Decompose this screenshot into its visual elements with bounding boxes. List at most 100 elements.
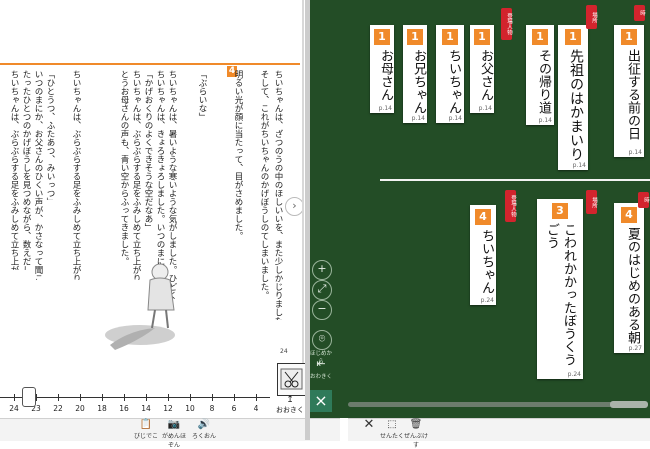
enlarge-button[interactable]: ↥ おおきく <box>275 396 305 416</box>
card-category-tag: 時 <box>634 5 645 21</box>
board-card[interactable]: 1 先祖のはかまいり p.14 <box>558 25 588 170</box>
card-page-ref: p.14 <box>378 105 392 112</box>
slider-tick-label: 6 <box>231 404 237 413</box>
slider-tick <box>212 394 213 401</box>
scrollbar-thumb[interactable] <box>610 401 648 408</box>
card-number-badge: 1 <box>442 29 458 45</box>
clear-all-button[interactable]: 🗑 ぜんぶけす <box>402 419 430 449</box>
zoom-out-button[interactable]: − <box>312 300 332 320</box>
fit-icon: ⤢ <box>317 282 327 295</box>
arrow-left-icon: ⇤ <box>316 357 326 370</box>
slider-tick <box>80 394 81 401</box>
card-text: ちいちゃん <box>479 229 494 294</box>
pin-icon: ⌾ <box>318 332 326 345</box>
record-button[interactable]: 🔊 ろくおん <box>190 419 218 440</box>
card-number-badge: 1 <box>565 29 581 45</box>
zoom-in-icon: + <box>317 262 327 275</box>
slider-tick-label: 8 <box>209 404 215 413</box>
slider-tick <box>14 394 15 401</box>
slider-tick-label: 20 <box>75 404 85 413</box>
select-label: せんたく <box>379 433 404 440</box>
board-card[interactable]: 4 ちいちゃん p.24 <box>470 205 496 305</box>
text-column: 「ひとうつ、ふたあつ、みいっつ」 <box>45 70 55 200</box>
horizontal-scrollbar[interactable] <box>348 402 648 407</box>
slider-thumb[interactable] <box>22 387 36 407</box>
slider-tick <box>36 394 37 401</box>
memo-button[interactable]: 📋 びじでこ <box>132 419 160 440</box>
screenshot-label: がめんほぞん <box>161 433 186 449</box>
slider-tick <box>58 394 59 401</box>
slider-tick-label: 12 <box>163 404 173 413</box>
card-category-tag: 時 <box>638 192 649 208</box>
enlarge-label: おおきく <box>276 406 304 414</box>
zoom-in-button[interactable]: + <box>312 260 332 280</box>
clear-all-label: ぜんぶけす <box>403 433 428 449</box>
card-number-badge: 1 <box>374 29 390 45</box>
slider-tick-label: 24 <box>9 404 19 413</box>
record-label: ろくおん <box>191 433 216 440</box>
text-column: ちいちゃんは、ぶらぶらする足をふみしめて立ち上がりました。 <box>71 70 81 280</box>
slider-tick <box>234 394 235 401</box>
slider-tick <box>146 394 147 401</box>
page-number: 24 <box>280 348 288 355</box>
fit-button[interactable]: ⤢ <box>312 280 332 300</box>
slider-tick <box>102 394 103 401</box>
card-number-badge: 4 <box>475 209 491 225</box>
card-text: ちいちゃん <box>446 49 461 114</box>
slider-tick-label: 22 <box>53 404 63 413</box>
close-board-button[interactable]: × <box>310 390 332 412</box>
text-column: いつのまにか、お父さんのひくい声が、かさなって聞こえだしました。 <box>33 70 43 280</box>
memo-label: びじでこ <box>133 433 158 440</box>
card-text: 出征する前の日 <box>625 49 640 140</box>
section-rule <box>0 63 300 65</box>
up-arrow-icon: ↥ <box>286 395 294 405</box>
card-number-badge: 1 <box>621 29 637 45</box>
slider-track[interactable] <box>0 397 270 398</box>
slider-tick-label: 16 <box>119 404 129 413</box>
board-card[interactable]: 1 出征する前の日 p.14 <box>614 25 644 157</box>
page-edge <box>302 0 304 388</box>
card-page-ref: p.27 <box>628 345 642 352</box>
scissors-icon <box>280 368 303 390</box>
card-page-ref: p.14 <box>448 115 462 122</box>
slider-tick-label: 10 <box>185 404 195 413</box>
text-column: とうお母さんの声も、青い空からふってきました。 <box>119 70 129 266</box>
board-card[interactable]: 1 ちいちゃん p.14 <box>436 25 464 123</box>
card-page-ref: p.14 <box>572 162 586 169</box>
card-page-ref: p.14 <box>538 117 552 124</box>
card-number-badge: 1 <box>532 29 548 45</box>
reset-button[interactable]: ⌾ <box>312 330 332 350</box>
card-number-badge: 1 <box>474 29 490 45</box>
text-column: ちいちゃんは、ぶらぶらする足をふみしめて立ち上がりました。 <box>131 70 141 280</box>
card-page-ref: p.14 <box>628 149 642 156</box>
girl-illustration <box>105 263 175 350</box>
card-number-badge: 4 <box>621 207 637 223</box>
screenshot-button[interactable]: 📷 がめんほぞん <box>160 419 188 449</box>
card-category-tag: 登場人物 <box>501 8 512 40</box>
page-thumbnail[interactable] <box>277 363 306 396</box>
trash-icon: 🗑 <box>409 419 423 430</box>
card-category-tag: 登場人物 <box>505 190 516 222</box>
audio-icon: 🔊 <box>197 419 211 430</box>
card-text: 先祖のはかまいり <box>568 49 584 161</box>
card-number-badge: 3 <box>552 203 568 219</box>
slider-tick <box>190 394 191 401</box>
board-card[interactable]: 1 お母さん p.14 <box>370 25 394 113</box>
clipboard-icon: 📋 <box>139 419 153 430</box>
board-card[interactable]: 1 お父さん p.14 <box>470 25 494 113</box>
card-text: お母さん <box>378 49 393 101</box>
board-card[interactable]: 3 こわれかかったぼうくうごう p.24 <box>537 199 583 379</box>
text-column: たったひとつのかげぼうしを見つめながら、数えだしました。 <box>21 70 31 270</box>
card-category-tag: 場所 <box>586 5 597 29</box>
board-card[interactable]: 1 お兄ちゃん p.14 <box>403 25 427 123</box>
slider-tick-label: 18 <box>97 404 107 413</box>
zoom-out-icon: − <box>317 302 327 315</box>
slider-tick <box>124 394 125 401</box>
textbook-page: 4 ちいちゃんは、ぶらぶらする足をふみしめて立ち上がりました。 たったひとつのかげ… <box>0 0 305 388</box>
text-column: ちいちゃんは、ざつのうの中のほしいいを、また少しかじりました。 <box>273 70 283 320</box>
page-slider[interactable] <box>0 388 275 418</box>
card-category-tag: 場所 <box>586 190 597 214</box>
board-card[interactable]: 1 その帰り道 p.14 <box>526 25 554 125</box>
board-card[interactable]: 4 夏のはじめのある朝 p.27 <box>614 203 644 353</box>
text-column: 「ぶらいな」 <box>197 70 207 121</box>
